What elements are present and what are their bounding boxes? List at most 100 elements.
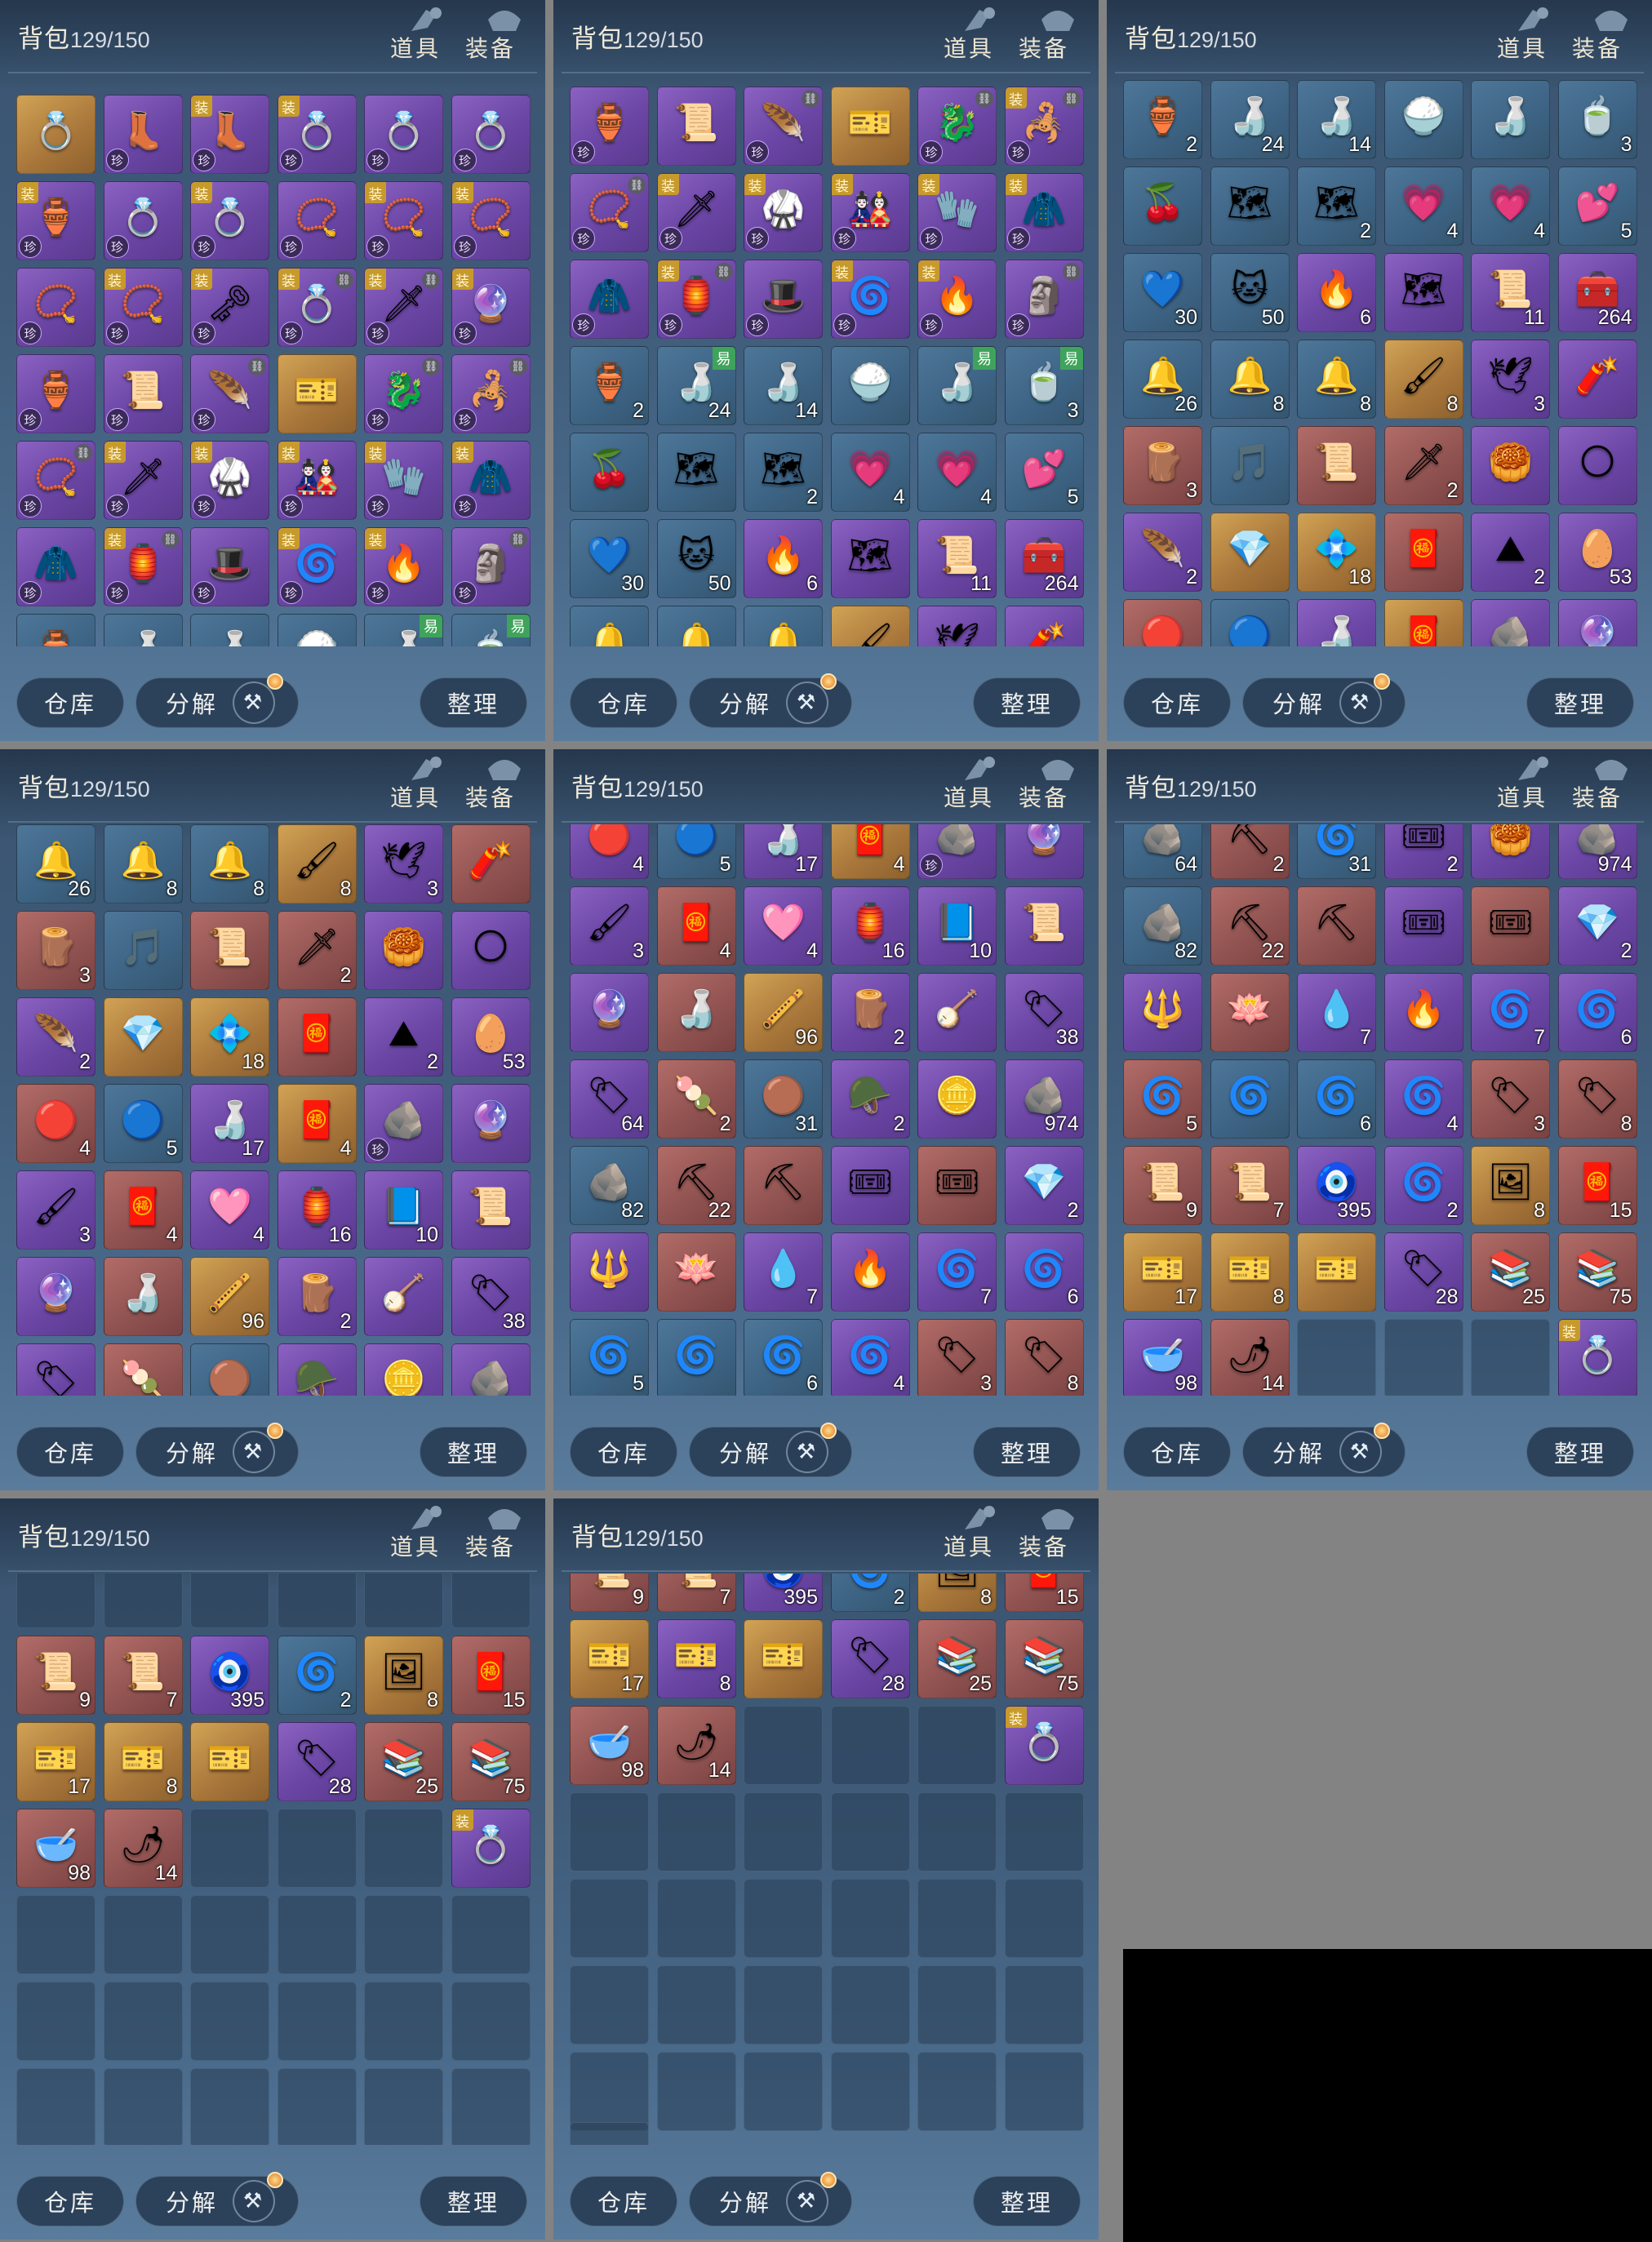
warehouse-button[interactable]: 仓库: [570, 2176, 677, 2226]
item-slot[interactable]: 💧 7: [1297, 973, 1376, 1052]
empty-slot[interactable]: [190, 1809, 269, 1888]
item-slot[interactable]: 🎎 装珍: [277, 441, 357, 520]
empty-slot[interactable]: [917, 1706, 997, 1785]
item-slot[interactable]: 🪨974: [1004, 1059, 1084, 1139]
empty-slot[interactable]: [830, 1792, 910, 1871]
item-slot[interactable]: 💎: [103, 997, 183, 1077]
item-slot[interactable]: 🖼8: [917, 1574, 997, 1612]
item-slot[interactable]: 🖌: [830, 606, 910, 646]
empty-slot[interactable]: [656, 1965, 736, 2044]
item-slot[interactable]: 🏷 3: [917, 1319, 997, 1396]
tab-items[interactable]: 道具: [944, 1529, 994, 1562]
item-slot[interactable]: 🏺 2: [1123, 80, 1202, 159]
item-slot[interactable]: 🌀 6: [1557, 973, 1637, 1052]
item-slot[interactable]: 🪷: [1210, 973, 1290, 1052]
item-slot[interactable]: 🪨珍: [1471, 599, 1550, 646]
item-slot[interactable]: ⛰ 2: [364, 997, 443, 1077]
tab-equipment[interactable]: 装备: [1019, 1529, 1069, 1562]
item-slot[interactable]: 🗺: [1210, 166, 1290, 246]
item-slot[interactable]: 🪵 3: [1123, 426, 1202, 505]
item-slot[interactable]: ⛏ 22: [1210, 886, 1290, 966]
item-slot[interactable]: ⛏ 22: [656, 1146, 736, 1225]
empty-slot[interactable]: [1004, 2052, 1084, 2131]
item-slot[interactable]: 🌀 装珍: [277, 527, 357, 606]
item-slot[interactable]: 🌀 5: [1123, 1059, 1202, 1139]
empty-slot[interactable]: [830, 1879, 910, 1958]
item-slot[interactable]: 🟤31: [190, 1343, 269, 1396]
empty-slot[interactable]: [1471, 1319, 1550, 1396]
tab-items[interactable]: 道具: [390, 31, 441, 64]
tab-items[interactable]: 道具: [390, 1529, 441, 1562]
item-slot[interactable]: 🏺 珍: [16, 354, 95, 433]
item-slot[interactable]: 🎟: [1471, 886, 1550, 966]
decompose-button[interactable]: 分解 ⚒: [135, 673, 299, 728]
item-slot[interactable]: 📿 装珍: [103, 268, 183, 347]
item-slot[interactable]: 💠 18: [190, 997, 269, 1077]
empty-slot[interactable]: [16, 1574, 95, 1628]
tab-items[interactable]: 道具: [944, 780, 994, 813]
item-slot[interactable]: 🕊 3: [364, 824, 443, 903]
item-slot[interactable]: 🥣 98: [16, 1809, 95, 1888]
item-slot[interactable]: 💍 珍: [103, 181, 183, 260]
item-slot[interactable]: 🧥 珍: [570, 260, 649, 339]
empty-slot[interactable]: [917, 1792, 997, 1871]
item-slot[interactable]: 🌀: [1210, 1059, 1290, 1139]
item-slot[interactable]: 🪶 2: [1123, 513, 1202, 592]
item-slot[interactable]: 💗 4: [917, 433, 997, 512]
item-slot[interactable]: 💍 装珍: [190, 181, 269, 260]
warehouse-button[interactable]: 仓库: [570, 1427, 677, 1477]
item-slot[interactable]: 📚 25: [1471, 1232, 1550, 1312]
item-slot[interactable]: 💗 4: [1471, 166, 1550, 246]
tab-equipment[interactable]: 装备: [465, 1529, 516, 1562]
warehouse-button[interactable]: 仓库: [16, 2176, 124, 2226]
empty-slot[interactable]: [830, 1706, 910, 1785]
sort-button[interactable]: 整理: [973, 677, 1081, 728]
item-slot[interactable]: 🥋 装珍: [744, 173, 823, 252]
empty-slot[interactable]: [570, 1879, 649, 1958]
tab-equipment[interactable]: 装备: [465, 780, 516, 813]
item-slot[interactable]: 🎟 2: [1383, 824, 1463, 879]
item-slot[interactable]: 🗿 ⛓ 珍: [1004, 260, 1084, 339]
item-slot[interactable]: 🏷 28: [830, 1619, 910, 1698]
item-slot[interactable]: 🌀 7: [917, 1232, 997, 1312]
empty-slot[interactable]: [103, 1574, 183, 1628]
empty-slot[interactable]: [364, 1982, 443, 2061]
item-slot[interactable]: 🗺: [656, 433, 736, 512]
item-slot[interactable]: 💙 30: [570, 519, 649, 598]
item-slot[interactable]: 🖌 3: [16, 1170, 95, 1250]
item-slot[interactable]: 🏮 装 ⛓ 珍: [103, 527, 183, 606]
empty-slot[interactable]: [744, 1792, 823, 1871]
item-slot[interactable]: 🏮 装 ⛓ 珍: [656, 260, 736, 339]
empty-slot[interactable]: [451, 1895, 531, 1974]
item-slot[interactable]: 🍶 易 24: [656, 346, 736, 425]
item-slot[interactable]: 📜7: [1210, 1146, 1290, 1225]
item-slot[interactable]: 🪨珍: [364, 1084, 443, 1163]
item-slot[interactable]: 📜 11: [1471, 253, 1550, 332]
item-slot[interactable]: 🎵: [1210, 426, 1290, 505]
empty-slot[interactable]: [364, 2068, 443, 2145]
item-slot[interactable]: 📘 10: [364, 1170, 443, 1250]
empty-slot[interactable]: [190, 1574, 269, 1628]
item-slot[interactable]: 🪙: [917, 1059, 997, 1139]
item-slot[interactable]: 📜9: [1123, 1146, 1202, 1225]
item-slot[interactable]: 🕊珍: [917, 606, 997, 646]
empty-slot[interactable]: [917, 1879, 997, 1958]
item-slot[interactable]: 🌶 14: [1210, 1319, 1290, 1396]
item-slot[interactable]: 📚 75: [451, 1722, 531, 1801]
item-slot[interactable]: 🪨 64: [1123, 824, 1202, 879]
item-slot[interactable]: 🔱: [1123, 973, 1202, 1052]
tab-items[interactable]: 道具: [1497, 31, 1548, 64]
sort-button[interactable]: 整理: [1526, 677, 1634, 728]
item-slot[interactable]: 🔮: [1557, 599, 1637, 646]
item-slot[interactable]: 🍚: [1383, 80, 1463, 159]
item-slot[interactable]: 🗡 装珍: [103, 441, 183, 520]
empty-slot[interactable]: [917, 1965, 997, 2044]
item-slot[interactable]: 🗺: [830, 519, 910, 598]
item-slot[interactable]: ⛏ 2: [1210, 824, 1290, 879]
item-slot[interactable]: 🌀 装珍: [830, 260, 910, 339]
item-slot[interactable]: 🥮: [1471, 426, 1550, 505]
item-slot[interactable]: 🪕: [364, 1257, 443, 1336]
item-slot[interactable]: 🐉 ⛓ 珍: [917, 87, 997, 166]
item-slot[interactable]: 🏺: [16, 614, 95, 646]
empty-slot[interactable]: [16, 1895, 95, 1974]
